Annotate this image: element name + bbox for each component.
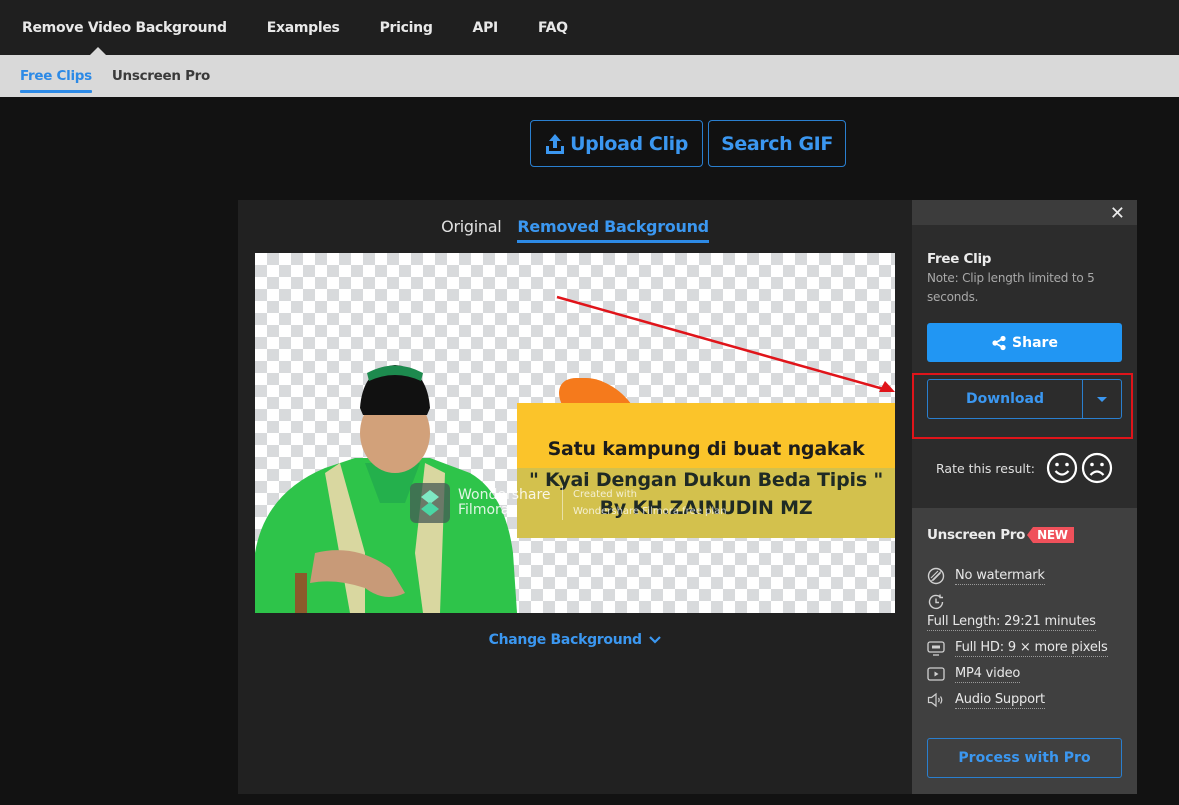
tab-original[interactable]: Original — [441, 217, 502, 240]
pro-title-row: Unscreen Pro NEW — [927, 527, 1122, 543]
feature-label: Full Length: 29:21 minutes — [927, 614, 1096, 631]
upload-clip-label: Upload Clip — [570, 132, 688, 155]
hd-screen-icon — [927, 641, 945, 656]
free-clip-note: Note: Clip length limited to 5 seconds. — [927, 271, 1095, 304]
active-nav-caret — [90, 47, 106, 55]
sidebar-header: ✕ — [912, 200, 1137, 225]
download-label: Download — [965, 391, 1045, 407]
change-background-button[interactable]: Change Background — [238, 632, 912, 648]
process-with-pro-label: Process with Pro — [958, 750, 1091, 766]
preview-panel: Original Removed Background Satu kampung… — [238, 200, 912, 794]
close-icon[interactable]: ✕ — [1110, 203, 1125, 224]
clock-icon — [928, 594, 944, 610]
nav-remove-video-background[interactable]: Remove Video Background — [22, 20, 227, 36]
feature-label: Full HD: 9 × more pixels — [955, 639, 1108, 657]
annotation-arrow — [556, 295, 895, 392]
top-nav: Remove Video Background Examples Pricing… — [0, 0, 1179, 55]
caret-down-icon — [1097, 396, 1107, 402]
feature-no-watermark: No watermark — [927, 567, 1122, 585]
play-icon — [927, 667, 945, 681]
sub-nav: Free Clips Unscreen Pro — [0, 55, 1179, 97]
frowning-face-icon[interactable] — [1081, 452, 1113, 484]
smiley-face-icon[interactable] — [1046, 452, 1078, 484]
feature-label: No watermark — [955, 567, 1045, 585]
free-clip-section: Free Clip Note: Clip length limited to 5… — [912, 251, 1137, 362]
free-clip-title: Free Clip — [927, 251, 992, 267]
action-buttons: Upload Clip Search GIF — [530, 120, 846, 167]
tab-removed-background[interactable]: Removed Background — [517, 217, 710, 243]
feature-label: MP4 video — [955, 665, 1021, 683]
upload-clip-button[interactable]: Upload Clip — [530, 120, 703, 167]
change-background-label: Change Background — [488, 632, 642, 648]
unscreen-pro-section: Unscreen Pro NEW No watermark Full Lengt… — [912, 508, 1137, 794]
feature-full-length: Full Length: 29:21 minutes — [927, 593, 1122, 631]
preview-tabs: Original Removed Background — [238, 217, 912, 243]
nav-api[interactable]: API — [473, 20, 499, 36]
feature-full-hd: Full HD: 9 × more pixels — [927, 639, 1122, 657]
share-label: Share — [1012, 334, 1058, 351]
download-options-dropdown[interactable] — [1083, 380, 1121, 418]
feature-label: Audio Support — [955, 691, 1045, 709]
download-button-group: Download — [927, 379, 1122, 419]
search-gif-button[interactable]: Search GIF — [708, 120, 846, 167]
nav-faq[interactable]: FAQ — [538, 20, 568, 36]
search-gif-label: Search GIF — [721, 132, 833, 155]
no-watermark-icon — [927, 567, 945, 585]
subnav-free-clips[interactable]: Free Clips — [20, 68, 92, 93]
nav-pricing[interactable]: Pricing — [380, 20, 433, 36]
subnav-unscreen-pro[interactable]: Unscreen Pro — [112, 68, 210, 84]
share-button[interactable]: Share — [927, 323, 1122, 362]
download-button[interactable]: Download — [928, 380, 1083, 418]
chevron-down-icon — [649, 636, 662, 644]
pro-title: Unscreen Pro — [927, 527, 1026, 543]
feature-mp4: MP4 video — [927, 665, 1122, 683]
video-preview[interactable]: Satu kampung di buat ngakak " Kyai Denga… — [255, 253, 895, 613]
feature-audio: Audio Support — [927, 691, 1122, 709]
speaker-icon — [927, 692, 943, 708]
rate-result: Rate this result: — [912, 452, 1137, 484]
process-with-pro-button[interactable]: Process with Pro — [927, 738, 1122, 778]
rate-label: Rate this result: — [936, 460, 1035, 476]
new-badge: NEW — [1027, 527, 1074, 543]
share-icon — [992, 335, 1006, 350]
nav-examples[interactable]: Examples — [267, 20, 340, 36]
upload-icon — [546, 133, 565, 154]
